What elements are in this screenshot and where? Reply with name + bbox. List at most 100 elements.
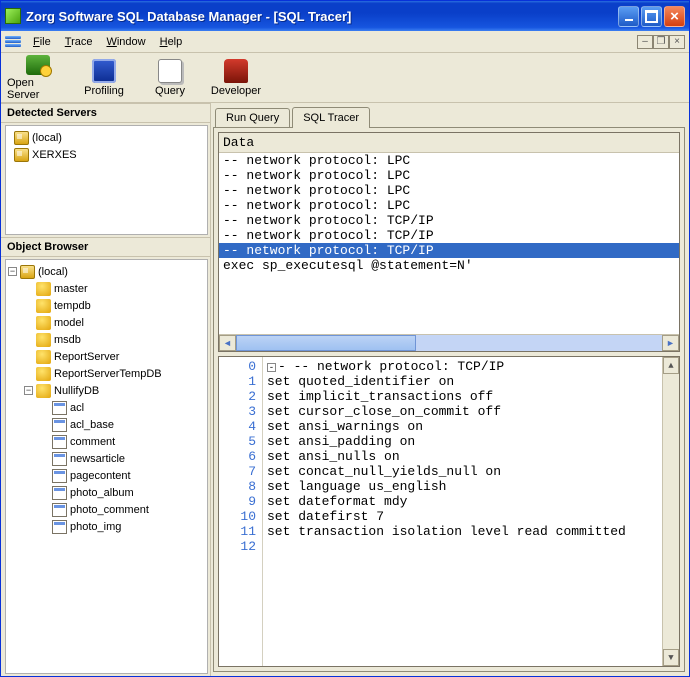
tree-label: photo_album: [70, 487, 134, 499]
server-label: (local): [32, 132, 62, 144]
profiling-label: Profiling: [84, 85, 124, 97]
close-button[interactable]: [664, 6, 685, 27]
tree-table[interactable]: acl: [8, 399, 205, 416]
detected-servers-panel: (local) XERXES: [5, 125, 208, 235]
open-server-label: Open Server: [7, 77, 69, 101]
scroll-right-button[interactable]: ►: [662, 335, 679, 351]
open-server-button[interactable]: Open Server: [7, 55, 69, 101]
server-icon: [26, 55, 50, 75]
line-number: 0: [221, 359, 256, 374]
menu-file[interactable]: File: [27, 34, 57, 50]
data-row[interactable]: -- network protocol: LPC: [219, 198, 679, 213]
data-row[interactable]: exec sp_executesql @statement=N': [219, 258, 679, 273]
profiling-button[interactable]: Profiling: [73, 55, 135, 101]
code-line: set cursor_close_on_commit off: [267, 404, 658, 419]
detected-server-item[interactable]: XERXES: [8, 146, 205, 163]
tree-table-icon: [52, 469, 67, 483]
tree-db[interactable]: ReportServer: [8, 348, 205, 365]
tree-db-open[interactable]: NullifyDB: [8, 382, 205, 399]
line-gutter: 0123456789101112: [219, 357, 263, 666]
mdi-minimize-button[interactable]: –: [637, 35, 653, 49]
scroll-up-button[interactable]: ▲: [663, 357, 679, 374]
scroll-left-button[interactable]: ◄: [219, 335, 236, 351]
data-row[interactable]: -- network protocol: LPC: [219, 153, 679, 168]
code-line: set ansi_warnings on: [267, 419, 658, 434]
menu-trace[interactable]: Trace: [59, 34, 99, 50]
tab-run-query[interactable]: Run Query: [215, 108, 290, 127]
tree-table[interactable]: photo_img: [8, 518, 205, 535]
code-line: set quoted_identifier on: [267, 374, 658, 389]
v-scrollbar[interactable]: ▲ ▼: [662, 357, 679, 666]
tree-table[interactable]: comment: [8, 433, 205, 450]
code-line: set datefirst 7: [267, 509, 658, 524]
line-number: 11: [221, 524, 256, 539]
menu-window[interactable]: Window: [100, 34, 151, 50]
tree-table[interactable]: photo_comment: [8, 501, 205, 518]
data-row[interactable]: -- network protocol: TCP/IP: [219, 228, 679, 243]
tree-db[interactable]: model: [8, 314, 205, 331]
code-pane: 0123456789101112 -- -- network protocol:…: [218, 356, 680, 667]
data-row[interactable]: -- network protocol: LPC: [219, 168, 679, 183]
tree-table[interactable]: newsarticle: [8, 450, 205, 467]
tree-toggle[interactable]: [8, 267, 17, 276]
tree-db-icon: [36, 316, 51, 330]
tree-label: comment: [70, 436, 115, 448]
developer-button[interactable]: Developer: [205, 55, 267, 101]
tab-run-query-label: Run Query: [226, 112, 279, 124]
toolbar: Open Server Profiling Query Developer: [1, 53, 689, 103]
tree-db[interactable]: tempdb: [8, 297, 205, 314]
tree-label: pagecontent: [70, 470, 131, 482]
tree-label: acl_base: [70, 419, 114, 431]
data-row[interactable]: -- network protocol: LPC: [219, 183, 679, 198]
fold-icon[interactable]: -: [267, 363, 276, 372]
menu-help[interactable]: Help: [154, 34, 189, 50]
tree-table-icon: [52, 435, 67, 449]
tree-table[interactable]: photo_album: [8, 484, 205, 501]
tree-db[interactable]: ReportServerTempDB: [8, 365, 205, 382]
line-number: 3: [221, 404, 256, 419]
query-button[interactable]: Query: [139, 55, 201, 101]
line-number: 2: [221, 389, 256, 404]
code-body[interactable]: -- -- network protocol: TCP/IPset quoted…: [263, 357, 662, 666]
tree-label: NullifyDB: [54, 385, 99, 397]
minimize-button[interactable]: [618, 6, 639, 27]
tree-label: newsarticle: [70, 453, 125, 465]
object-browser-panel: (local) master tempdb modelmsdb ReportServer…: [5, 259, 208, 674]
tree-toggle[interactable]: [24, 386, 33, 395]
detected-server-item[interactable]: (local): [8, 129, 205, 146]
tree-root[interactable]: (local): [8, 263, 205, 280]
tree-table-icon: [52, 503, 67, 517]
tree-db[interactable]: msdb: [8, 331, 205, 348]
tree-table[interactable]: pagecontent: [8, 467, 205, 484]
code-line: -- -- network protocol: TCP/IP: [267, 359, 658, 374]
h-scrollbar[interactable]: ◄ ►: [219, 334, 679, 351]
tree-label: (local): [38, 266, 68, 278]
scroll-track[interactable]: [236, 335, 662, 351]
tree-table[interactable]: acl_base: [8, 416, 205, 433]
tree-db-icon: [36, 333, 51, 347]
line-number: 9: [221, 494, 256, 509]
data-rows[interactable]: -- network protocol: LPC-- network proto…: [219, 153, 679, 334]
code-line: set ansi_nulls on: [267, 449, 658, 464]
tree-label: ReportServer: [54, 351, 119, 363]
mdi-restore-button[interactable]: ❐: [653, 35, 669, 49]
data-row[interactable]: -- network protocol: TCP/IP: [219, 243, 679, 258]
scroll-thumb[interactable]: [236, 335, 416, 351]
code-line: set dateformat mdy: [267, 494, 658, 509]
tree-db[interactable]: master: [8, 280, 205, 297]
data-row[interactable]: -- network protocol: TCP/IP: [219, 213, 679, 228]
menu-file-label: ile: [40, 36, 51, 48]
tab-body: Data -- network protocol: LPC-- network …: [213, 127, 685, 672]
mdi-doc-icon: [5, 34, 21, 50]
scroll-down-button[interactable]: ▼: [663, 649, 679, 666]
line-number: 6: [221, 449, 256, 464]
tree-label: tempdb: [54, 300, 91, 312]
tab-sql-tracer[interactable]: SQL Tracer: [292, 107, 370, 128]
mdi-close-button[interactable]: ×: [669, 35, 685, 49]
maximize-button[interactable]: [641, 6, 662, 27]
line-number: 10: [221, 509, 256, 524]
v-scroll-track[interactable]: [663, 374, 679, 649]
tree-table-icon: [52, 418, 67, 432]
tree-root-icon: [20, 265, 35, 279]
line-number: 5: [221, 434, 256, 449]
